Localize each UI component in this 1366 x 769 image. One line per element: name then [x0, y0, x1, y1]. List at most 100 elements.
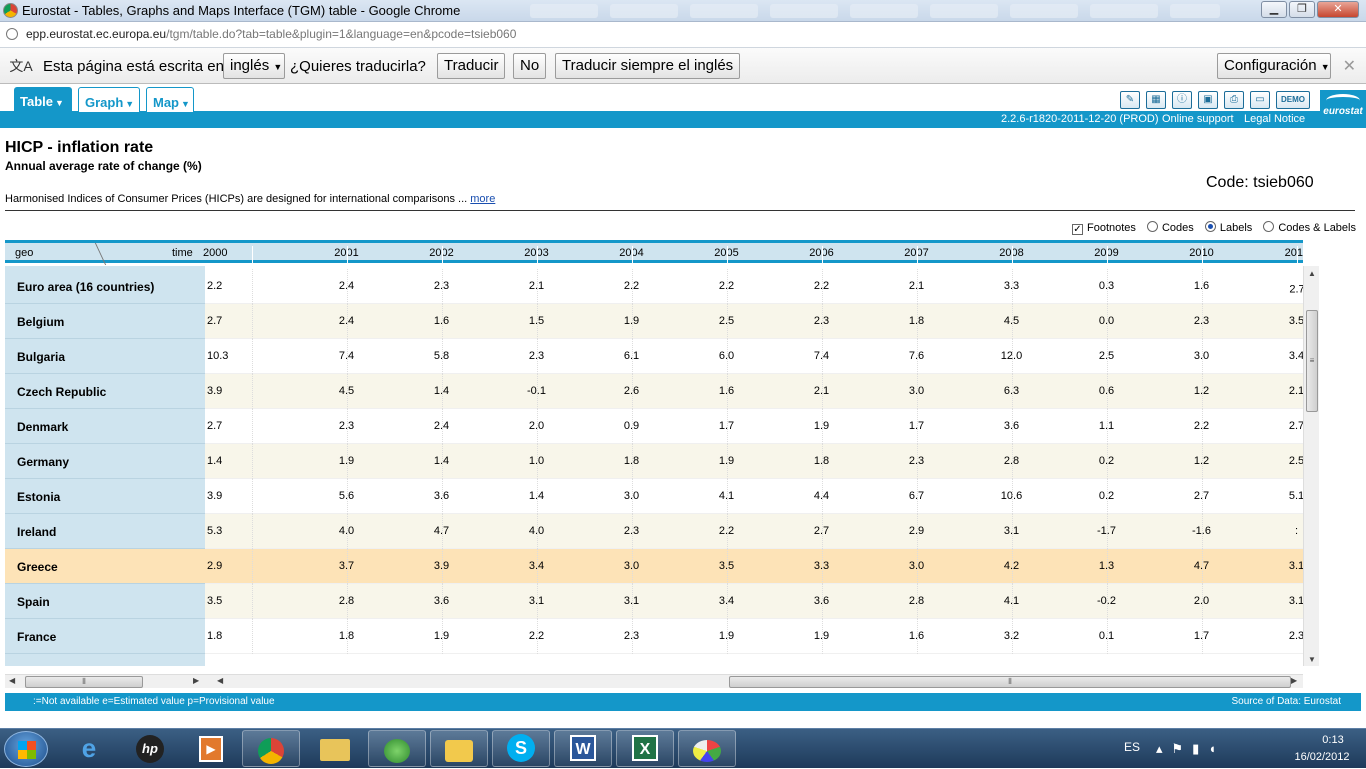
skype-icon[interactable]: S: [492, 730, 550, 767]
hp-icon[interactable]: hp: [121, 730, 179, 767]
row-geo-label[interactable]: Belgium: [5, 304, 205, 339]
legal-notice-link[interactable]: Legal Notice: [1244, 113, 1305, 125]
outlook-icon[interactable]: [430, 730, 488, 767]
start-button[interactable]: [4, 731, 48, 767]
minimize-button[interactable]: ▁: [1261, 1, 1287, 18]
row-geo-label[interactable]: France: [5, 619, 205, 654]
print-icon[interactable]: ⎙: [1224, 91, 1244, 109]
table-row[interactable]: Bulgaria 10.3 7.4 5.8 2.3 6.1 6.0 7.4 7.6 12.0 2.5…: [5, 339, 1303, 374]
demo-icon[interactable]: DEMO: [1276, 91, 1310, 109]
table-row[interactable]: Ireland 5.3 4.0 4.7 4.0 2.3 2.2 2.7 2.9 3.1 -1.7 -1…: [5, 514, 1303, 549]
clock-date[interactable]: 16/02/2012: [1284, 751, 1360, 763]
explorer-icon[interactable]: [306, 730, 364, 767]
scroll-down-icon[interactable]: ▼: [1308, 655, 1316, 664]
row-header-scroll-thumb[interactable]: ⦀: [25, 676, 143, 688]
footnotes-option[interactable]: ✓ Footnotes: [1072, 222, 1136, 235]
url-text[interactable]: epp.eurostat.ec.europa.eu/tgm/table.do?t…: [26, 27, 516, 41]
codes-radio[interactable]: [1146, 221, 1158, 232]
export-icon[interactable]: ▦: [1146, 91, 1166, 109]
table-row[interactable]: Belgium 2.7 2.4 1.6 1.5 1.9 2.5 2.3 1.8 4.5 0.0 2.3…: [5, 304, 1303, 339]
page-icon: [6, 28, 18, 40]
save-icon[interactable]: ▣: [1198, 91, 1218, 109]
table-row[interactable]: Denmark 2.7 2.3 2.4 2.0 0.9 1.7 1.9 1.7 3.6 1.1 2.2…: [5, 409, 1303, 444]
online-support-link[interactable]: Online support: [1162, 113, 1234, 125]
maximize-button[interactable]: ❐: [1289, 1, 1315, 18]
paint-icon[interactable]: [678, 730, 736, 767]
scroll-left-icon[interactable]: ◀: [217, 676, 223, 685]
url-host: epp.eurostat.ec.europa.eu: [26, 27, 167, 41]
header-separator: [537, 246, 538, 266]
header-separator: [1202, 246, 1203, 266]
row-geo-label[interactable]: Spain: [5, 584, 205, 619]
chrome-icon[interactable]: [242, 730, 300, 767]
codes-labels-radio[interactable]: [1263, 221, 1275, 232]
always-translate-button[interactable]: Traducir siempre el inglés: [555, 53, 741, 79]
row-geo-label[interactable]: Ireland: [5, 514, 205, 549]
dataset-code: Code: tsieb060: [1206, 174, 1314, 191]
row-geo-label[interactable]: Germany: [5, 444, 205, 479]
scroll-left-icon[interactable]: ◀: [9, 676, 15, 685]
codes-labels-option[interactable]: Codes & Labels: [1263, 221, 1356, 234]
cell-separator: [347, 269, 348, 304]
table-row[interactable]: Spain 3.5 2.8 3.6 3.1 3.1 3.4 3.6 2.8 4.1 -0.2 2.0 3…: [5, 584, 1303, 619]
row-geo-label[interactable]: Czech Republic: [5, 374, 205, 409]
language-indicator[interactable]: ES: [1124, 740, 1140, 754]
vertical-scrollbar[interactable]: ▲ ≡ ▼: [1303, 266, 1319, 666]
translate-settings-button[interactable]: Configuración ▼: [1217, 53, 1331, 79]
row-geo-label[interactable]: Euro area (16 countries): [5, 269, 205, 304]
table-cell: 3.9: [207, 490, 223, 502]
vertical-scroll-thumb[interactable]: ≡: [1306, 310, 1318, 412]
header-separator: [1012, 246, 1013, 266]
clock-time[interactable]: 0:13: [1308, 734, 1358, 746]
bookmark-icon[interactable]: ✎: [1120, 91, 1140, 109]
table-row[interactable]: France 1.8 1.8 1.9 2.2 2.3 1.9 1.9 1.6 3.2 0.1 1.7 2…: [5, 619, 1303, 654]
cell-separator: [442, 374, 443, 409]
row-geo-label[interactable]: Greece: [5, 549, 205, 584]
data-scroll-thumb[interactable]: ⦀: [729, 676, 1291, 688]
codes-option[interactable]: Codes: [1146, 221, 1194, 234]
cell-separator: [727, 444, 728, 479]
table-row[interactable]: Czech Republic 3.9 4.5 1.4 -0.1 2.6 1.6 2.1 3.0 6…: [5, 374, 1303, 409]
more-link[interactable]: more: [470, 193, 495, 205]
labels-radio[interactable]: [1204, 221, 1216, 232]
table-row[interactable]: Greece 2.9 3.7 3.9 3.4 3.0 3.5 3.3 3.0 4.2 1.3 4.7 3…: [5, 549, 1303, 584]
row-geo-label[interactable]: Estonia: [5, 479, 205, 514]
tray-icons[interactable]: ▴⚑▮◖: [1156, 741, 1225, 757]
folder-icon[interactable]: ▭: [1250, 91, 1270, 109]
row-geo-label[interactable]: Denmark: [5, 409, 205, 444]
row-geo-label[interactable]: Bulgaria: [5, 339, 205, 374]
no-translate-button[interactable]: No: [513, 53, 547, 79]
cell-separator: [442, 304, 443, 339]
cell-separator: [1202, 304, 1203, 339]
internet-explorer-icon[interactable]: e: [60, 730, 118, 767]
scroll-right-icon[interactable]: ▶: [1291, 676, 1297, 685]
address-bar[interactable]: epp.eurostat.ec.europa.eu/tgm/table.do?t…: [0, 22, 1366, 48]
translate-button[interactable]: Traducir: [437, 53, 506, 79]
tab-map[interactable]: Map ▼: [146, 87, 194, 112]
scroll-right-icon[interactable]: ▶: [193, 676, 199, 685]
window-close-button[interactable]: ✕: [1317, 1, 1359, 18]
table-row[interactable]: Euro area (16 countries) 2.2 2.4 2.3 2.1 2.2 2…: [5, 269, 1303, 304]
cell-separator: [1107, 409, 1108, 444]
close-icon[interactable]: ✕: [1343, 56, 1356, 76]
tab-table[interactable]: Table ▼: [14, 87, 72, 115]
messenger-icon[interactable]: [368, 730, 426, 767]
display-options: ✓ Footnotes Codes Labels Codes & Labels: [1064, 221, 1356, 235]
table-row[interactable]: Estonia 3.9 5.6 3.6 1.4 3.0 4.1 4.4 6.7 10.6 0.2 2.…: [5, 479, 1303, 514]
excel-icon[interactable]: X: [616, 730, 674, 767]
table-cell: 2.7: [1288, 420, 1303, 432]
cell-separator: [727, 339, 728, 374]
cell-separator: [1012, 619, 1013, 654]
cell-separator: [1202, 619, 1203, 654]
info-icon[interactable]: ⓘ: [1172, 91, 1192, 109]
table-row[interactable]: Germany 1.4 1.9 1.4 1.0 1.8 1.9 1.8 2.3 2.8 0.2 1.2…: [5, 444, 1303, 479]
word-icon[interactable]: W: [554, 730, 612, 767]
tab-graph[interactable]: Graph ▼: [78, 87, 140, 112]
media-player-icon[interactable]: ▶: [182, 730, 240, 767]
labels-option[interactable]: Labels: [1204, 221, 1252, 234]
language-select[interactable]: inglés ▼: [223, 53, 285, 79]
footnotes-checkbox[interactable]: ✓: [1072, 224, 1083, 235]
scroll-up-icon[interactable]: ▲: [1308, 269, 1316, 278]
cell-separator: [822, 409, 823, 444]
horizontal-scrollbar[interactable]: ◀ ⦀ ▶ ◀ ⦀ ▶: [5, 674, 1303, 688]
